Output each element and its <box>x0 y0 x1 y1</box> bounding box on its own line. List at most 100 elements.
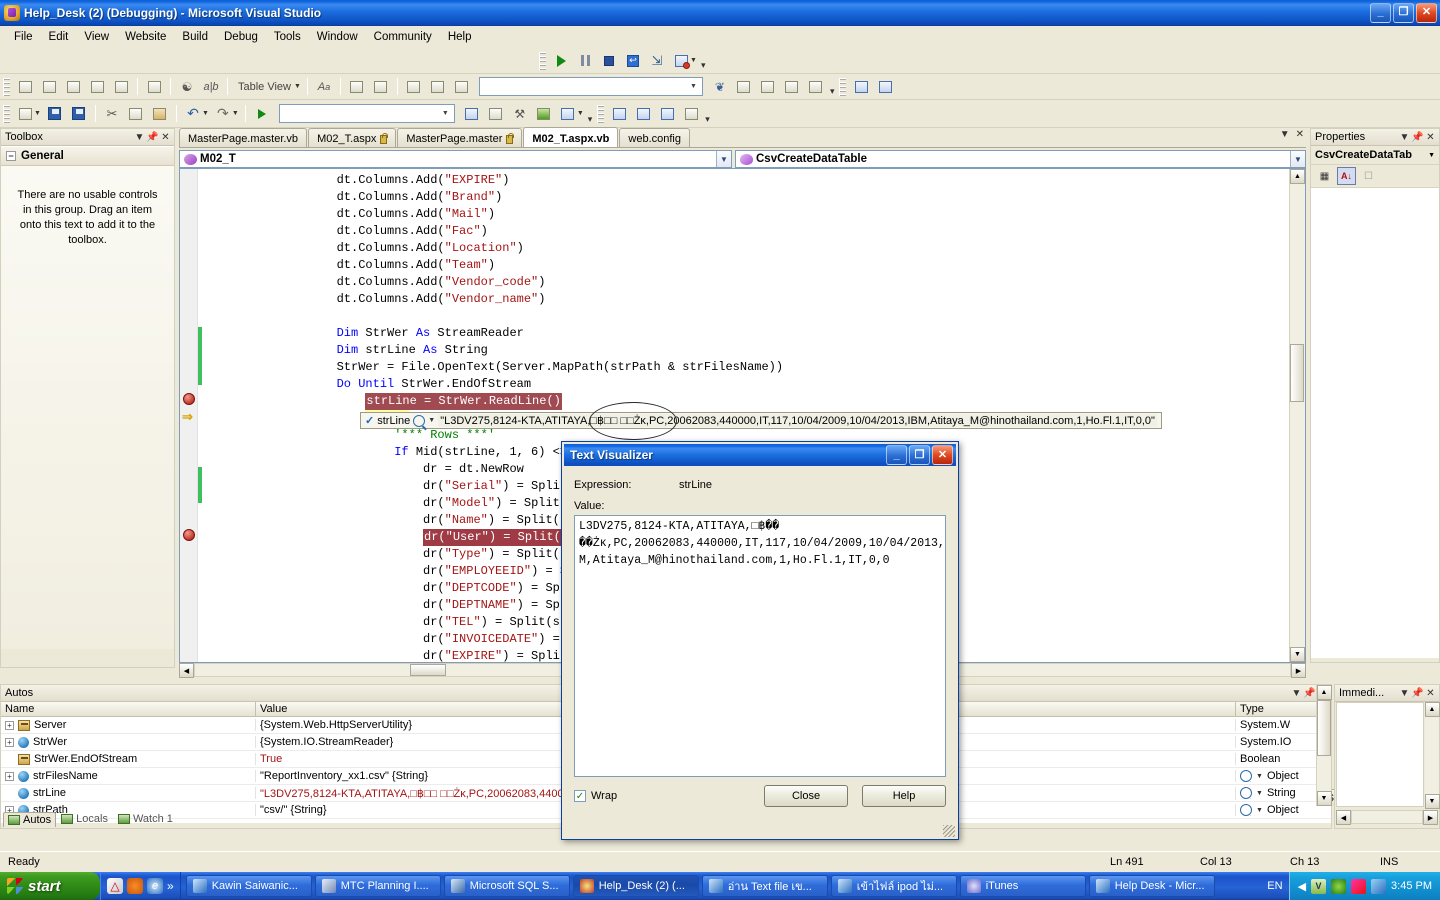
toolbox-pin-icon[interactable]: 📌 <box>146 132 159 143</box>
alphabetical-icon[interactable]: A↓ <box>1337 167 1356 185</box>
help-button[interactable]: Help <box>862 785 946 807</box>
delete-icon[interactable] <box>680 103 702 124</box>
visualizer-dropdown-icon[interactable]: ▼ <box>1256 807 1263 814</box>
code-line[interactable]: dt.Columns.Add("Brand") <box>203 189 1289 206</box>
debug-tab-locals[interactable]: Locals <box>56 811 113 827</box>
dialog-close-button[interactable]: ✕ <box>932 445 953 465</box>
pause-button[interactable] <box>574 50 596 71</box>
autos-scroll-up-button[interactable]: ▲ <box>1317 685 1332 700</box>
immediate-horizontal-scrollbar[interactable]: ◀ ▶ <box>1336 810 1438 824</box>
code-line[interactable]: dt.Columns.Add("Location") <box>203 240 1289 257</box>
magnifier-icon[interactable] <box>1240 787 1252 799</box>
internet-explorer-icon[interactable]: e <box>147 878 163 894</box>
refresh-icon[interactable] <box>608 103 630 124</box>
menu-window[interactable]: Window <box>309 28 366 46</box>
nav-back-icon[interactable] <box>850 76 872 97</box>
immediate-scroll-up-button[interactable]: ▲ <box>1425 702 1440 717</box>
immediate-menu-icon[interactable]: ▼ <box>1398 688 1411 699</box>
grid-icon[interactable] <box>143 76 165 97</box>
cut-icon[interactable]: ✂ <box>101 103 123 124</box>
taskbar-task[interactable]: Help Desk - Micr... <box>1089 875 1215 897</box>
language-indicator[interactable]: EN <box>1261 880 1288 892</box>
style-combo[interactable]: ▼ <box>479 77 703 96</box>
nav-forward-icon[interactable] <box>874 76 896 97</box>
dialog-maximize-button[interactable]: ❐ <box>909 445 930 465</box>
close-button[interactable]: ✕ <box>1416 3 1437 23</box>
autos-name-cell[interactable]: strLine <box>1 787 256 799</box>
toolbox-close-icon[interactable]: ✕ <box>159 132 172 143</box>
insert-table-icon[interactable] <box>38 76 60 97</box>
toolbar-grip-3[interactable] <box>839 78 846 96</box>
paste-icon[interactable] <box>149 103 171 124</box>
properties-window-icon[interactable] <box>485 103 507 124</box>
expand-icon[interactable]: + <box>5 772 14 781</box>
expand-icon[interactable]: + <box>5 738 14 747</box>
delete-column-icon[interactable] <box>110 76 132 97</box>
update-icon[interactable] <box>1371 879 1386 894</box>
code-line[interactable]: dt.Columns.Add("Mail") <box>203 206 1289 223</box>
taskbar-task[interactable]: อ่าน Text file เข... <box>702 875 828 897</box>
editor-tab-m02t-aspx[interactable]: M02_T.aspx <box>308 128 396 147</box>
properties-pin-icon[interactable]: 📌 <box>1411 132 1424 143</box>
redo-icon[interactable]: ↷ <box>212 103 234 124</box>
chevron-down-icon-props[interactable]: ▼ <box>1428 152 1435 159</box>
dialog-minimize-button[interactable]: _ <box>886 445 907 465</box>
autos-name-cell[interactable]: +StrWer <box>1 736 256 748</box>
show-next-statement-button[interactable]: ⇲ <box>646 50 668 71</box>
ab-text-icon[interactable]: a|b <box>200 76 222 97</box>
navigate-icon[interactable] <box>533 103 555 124</box>
immediate-scroll-left-button[interactable]: ◀ <box>1336 810 1351 825</box>
close-button-dialog[interactable]: Close <box>764 785 848 807</box>
code-line[interactable]: Do Until StrWer.EndOfStream <box>203 376 1289 393</box>
autos-name-cell[interactable]: StrWer.EndOfStream <box>1 753 256 765</box>
taskbar-task[interactable]: Kawin Saiwanic... <box>186 875 312 897</box>
toolbox-group-general[interactable]: − General <box>1 147 174 166</box>
scroll-left-button[interactable]: ◀ <box>179 663 194 678</box>
immediate-input[interactable] <box>1336 702 1424 807</box>
taskbar-task[interactable]: เข้าไฟล์ ipod ไม่... <box>831 875 957 897</box>
scroll-up-button[interactable]: ▲ <box>1290 169 1305 184</box>
hyperlink-icon[interactable]: ❦ <box>709 76 731 97</box>
border-icon[interactable] <box>370 76 392 97</box>
toolbar-overflow-icon[interactable]: ▾ <box>701 60 706 73</box>
toolbar-grip-4[interactable] <box>3 105 10 123</box>
copy-icon[interactable] <box>125 103 147 124</box>
indent-icon[interactable] <box>403 76 425 97</box>
toolbar-overflow-icon-4[interactable]: ▾ <box>705 114 710 127</box>
editor-tab-m02t-aspx-vb[interactable]: M02_T.aspx.vb <box>523 127 618 147</box>
taskbar-task[interactable]: Help_Desk (2) (... <box>573 875 699 897</box>
editor-tab-masterpage[interactable]: MasterPage.master <box>397 128 522 147</box>
chevron-down-icon-method[interactable]: ▼ <box>1290 151 1305 167</box>
properties-close-icon[interactable]: ✕ <box>1424 132 1437 143</box>
start-debugging-icon[interactable] <box>251 103 273 124</box>
menu-edit[interactable]: Edit <box>41 28 77 46</box>
chevron-down-icon-class[interactable]: ▼ <box>716 151 731 167</box>
minimize-button[interactable]: _ <box>1370 3 1391 23</box>
menu-file[interactable]: File <box>6 28 41 46</box>
code-line[interactable]: Dim StrWer As StreamReader <box>203 325 1289 342</box>
new-table-icon[interactable] <box>14 76 36 97</box>
tab-list-dropdown-icon[interactable]: ▼ <box>1280 129 1290 140</box>
properties-object-row[interactable]: CsvCreateDataTab ▼ <box>1311 146 1439 164</box>
chevron-down-icon[interactable]: ▼ <box>687 83 700 90</box>
table-view-dropdown-icon[interactable]: ▼ <box>294 83 301 90</box>
menu-view[interactable]: View <box>76 28 117 46</box>
find-combo[interactable]: ▼ <box>279 104 455 123</box>
undo-icon[interactable]: ↶ <box>182 103 204 124</box>
class-combo[interactable]: M02_T ▼ <box>179 150 732 168</box>
breakpoint-marker[interactable] <box>183 393 195 405</box>
media-player-icon[interactable] <box>127 878 143 894</box>
save-all-icon[interactable] <box>68 103 90 124</box>
debug-datatip[interactable]: ✓ strLine ▼ "L3DV275,8124-KTA,ATITAYA,□฿… <box>360 412 1162 429</box>
restart-button[interactable]: ↩ <box>622 50 644 71</box>
wrap-checkbox[interactable]: ✓ <box>574 790 586 802</box>
find-in-files-icon[interactable] <box>461 103 483 124</box>
immediate-scroll-right-button[interactable]: ▶ <box>1423 810 1438 825</box>
scroll-down-button[interactable]: ▼ <box>1290 647 1305 662</box>
validation-icon[interactable] <box>757 76 779 97</box>
magnifier-icon[interactable] <box>1240 804 1252 816</box>
show-hidden-icon[interactable]: ◀ <box>1298 880 1306 893</box>
autos-menu-icon[interactable]: ▼ <box>1290 688 1303 699</box>
antivirus-icon[interactable] <box>1331 879 1346 894</box>
breakpoint-marker-2[interactable] <box>183 529 195 541</box>
